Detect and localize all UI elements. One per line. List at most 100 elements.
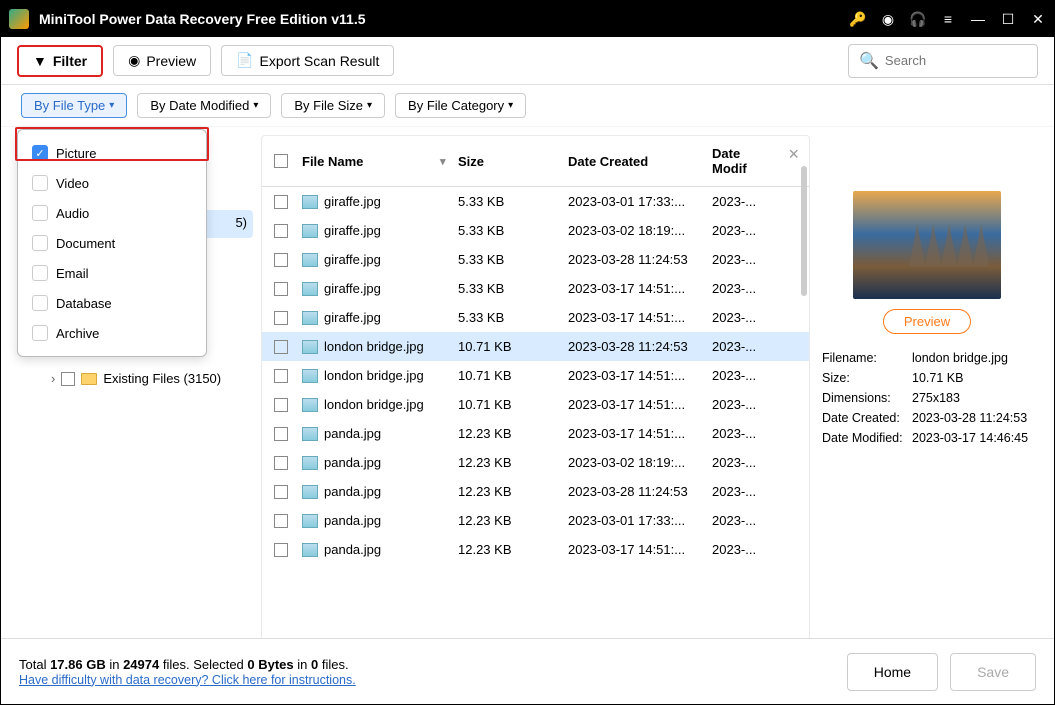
table-row[interactable]: london bridge.jpg10.71 KB2023-03-28 11:2… (262, 332, 809, 361)
close-panel-button[interactable]: × (788, 144, 799, 165)
checkbox-icon[interactable]: ✓ (32, 145, 48, 161)
save-button[interactable]: Save (950, 653, 1036, 691)
option-label: Database (56, 296, 112, 311)
table-row[interactable]: giraffe.jpg5.33 KB2023-03-28 11:24:53202… (262, 245, 809, 274)
row-checkbox[interactable] (274, 253, 288, 267)
row-checkbox[interactable] (274, 224, 288, 238)
row-checkbox[interactable] (274, 282, 288, 296)
row-checkbox[interactable] (274, 427, 288, 441)
checkbox-icon[interactable] (32, 205, 48, 221)
row-checkbox[interactable] (274, 369, 288, 383)
export-button[interactable]: 📄Export Scan Result (221, 45, 394, 76)
file-created: 2023-03-02 18:19:... (568, 455, 712, 470)
file-name: panda.jpg (324, 484, 381, 499)
option-label: Picture (56, 146, 96, 161)
type-option-audio[interactable]: Audio (24, 198, 200, 228)
type-option-email[interactable]: Email (24, 258, 200, 288)
close-icon[interactable]: ✕ (1030, 11, 1046, 27)
file-modified: 2023-... (712, 484, 772, 499)
preview-button[interactable]: ◉Preview (113, 45, 211, 76)
checkbox-icon[interactable] (32, 175, 48, 191)
help-link[interactable]: Have difficulty with data recovery? Clic… (19, 673, 356, 687)
search-box[interactable]: 🔍 (848, 44, 1038, 78)
meta-row: Date Modified:2023-03-17 14:46:45 (822, 428, 1032, 448)
column-name[interactable]: File Name▾ (302, 146, 458, 176)
file-created: 2023-03-17 14:51:... (568, 310, 712, 325)
row-checkbox[interactable] (274, 340, 288, 354)
file-modified: 2023-... (712, 368, 772, 383)
file-modified: 2023-... (712, 455, 772, 470)
row-checkbox[interactable] (274, 195, 288, 209)
table-header: File Name▾ Size Date Created Date Modif (262, 136, 809, 187)
row-checkbox[interactable] (274, 485, 288, 499)
table-row[interactable]: giraffe.jpg5.33 KB2023-03-01 17:33:...20… (262, 187, 809, 216)
table-row[interactable]: giraffe.jpg5.33 KB2023-03-17 14:51:...20… (262, 274, 809, 303)
column-created[interactable]: Date Created (568, 146, 712, 176)
file-name: giraffe.jpg (324, 310, 381, 325)
key-icon[interactable]: 🔑 (850, 11, 866, 27)
disc-icon[interactable]: ◉ (880, 11, 896, 27)
row-checkbox[interactable] (274, 543, 288, 557)
preview-open-button[interactable]: Preview (883, 309, 971, 334)
chevron-down-icon: ▾ (367, 100, 372, 111)
filter-button[interactable]: ▼Filter (17, 45, 103, 77)
table-row[interactable]: giraffe.jpg5.33 KB2023-03-17 14:51:...20… (262, 303, 809, 332)
row-checkbox[interactable] (61, 372, 75, 386)
filter-by-date[interactable]: By Date Modified ▾ (137, 93, 271, 118)
minimize-icon[interactable]: — (970, 11, 986, 27)
row-checkbox[interactable] (274, 311, 288, 325)
table-row[interactable]: panda.jpg12.23 KB2023-03-28 11:24:532023… (262, 477, 809, 506)
image-file-icon (302, 543, 318, 557)
folder-icon (81, 373, 97, 385)
table-row[interactable]: panda.jpg12.23 KB2023-03-02 18:19:...202… (262, 448, 809, 477)
tree-existing-files[interactable]: › Existing Files (3150) (47, 367, 253, 390)
select-all-checkbox[interactable] (274, 154, 288, 168)
filter-by-category[interactable]: By File Category ▾ (395, 93, 526, 118)
file-created: 2023-03-28 11:24:53 (568, 252, 712, 267)
sidebar-count-fragment: 5) (235, 215, 247, 230)
type-option-database[interactable]: Database (24, 288, 200, 318)
table-row[interactable]: london bridge.jpg10.71 KB2023-03-17 14:5… (262, 361, 809, 390)
search-input[interactable] (885, 53, 1027, 68)
table-row[interactable]: panda.jpg12.23 KB2023-03-01 17:33:...202… (262, 506, 809, 535)
table-row[interactable]: giraffe.jpg5.33 KB2023-03-02 18:19:...20… (262, 216, 809, 245)
meta-row: Size:10.71 KB (822, 368, 1032, 388)
file-size: 12.23 KB (458, 513, 568, 528)
headphones-icon[interactable]: 🎧 (910, 11, 926, 27)
table-row[interactable]: london bridge.jpg10.71 KB2023-03-17 14:5… (262, 390, 809, 419)
statusbar: Total 17.86 GB in 24974 files. Selected … (1, 638, 1054, 704)
column-size[interactable]: Size (458, 146, 568, 176)
table-row[interactable]: panda.jpg12.23 KB2023-03-17 14:51:...202… (262, 535, 809, 564)
chevron-right-icon: › (51, 371, 55, 386)
table-row[interactable]: panda.jpg12.23 KB2023-03-17 14:51:...202… (262, 419, 809, 448)
file-name: panda.jpg (324, 426, 381, 441)
file-modified: 2023-... (712, 281, 772, 296)
type-option-picture[interactable]: ✓ Picture (24, 138, 200, 168)
file-modified: 2023-... (712, 339, 772, 354)
meta-value: 10.71 KB (912, 371, 963, 385)
meta-value: 2023-03-17 14:46:45 (912, 431, 1028, 445)
file-name: london bridge.jpg (324, 339, 424, 354)
type-option-document[interactable]: Document (24, 228, 200, 258)
row-checkbox[interactable] (274, 398, 288, 412)
checkbox-icon[interactable] (32, 265, 48, 281)
file-list-panel: × File Name▾ Size Date Created Date Modi… (261, 135, 810, 648)
meta-key: Dimensions: (822, 391, 912, 405)
filter-by-size[interactable]: By File Size ▾ (281, 93, 385, 118)
file-name: giraffe.jpg (324, 281, 381, 296)
type-option-archive[interactable]: Archive (24, 318, 200, 348)
image-file-icon (302, 253, 318, 267)
filter-by-type[interactable]: By File Type ▾ (21, 93, 127, 118)
scrollbar-thumb[interactable] (801, 166, 807, 296)
row-checkbox[interactable] (274, 456, 288, 470)
type-option-video[interactable]: Video (24, 168, 200, 198)
home-button[interactable]: Home (847, 653, 938, 691)
column-modified[interactable]: Date Modif (712, 146, 772, 176)
checkbox-icon[interactable] (32, 325, 48, 341)
row-checkbox[interactable] (274, 514, 288, 528)
menu-icon[interactable]: ≡ (940, 11, 956, 27)
file-type-dropdown[interactable]: ✓ Picture VideoAudioDocumentEmail Database A… (17, 129, 207, 357)
checkbox-icon[interactable] (32, 295, 48, 311)
maximize-icon[interactable]: ☐ (1000, 11, 1016, 27)
checkbox-icon[interactable] (32, 235, 48, 251)
